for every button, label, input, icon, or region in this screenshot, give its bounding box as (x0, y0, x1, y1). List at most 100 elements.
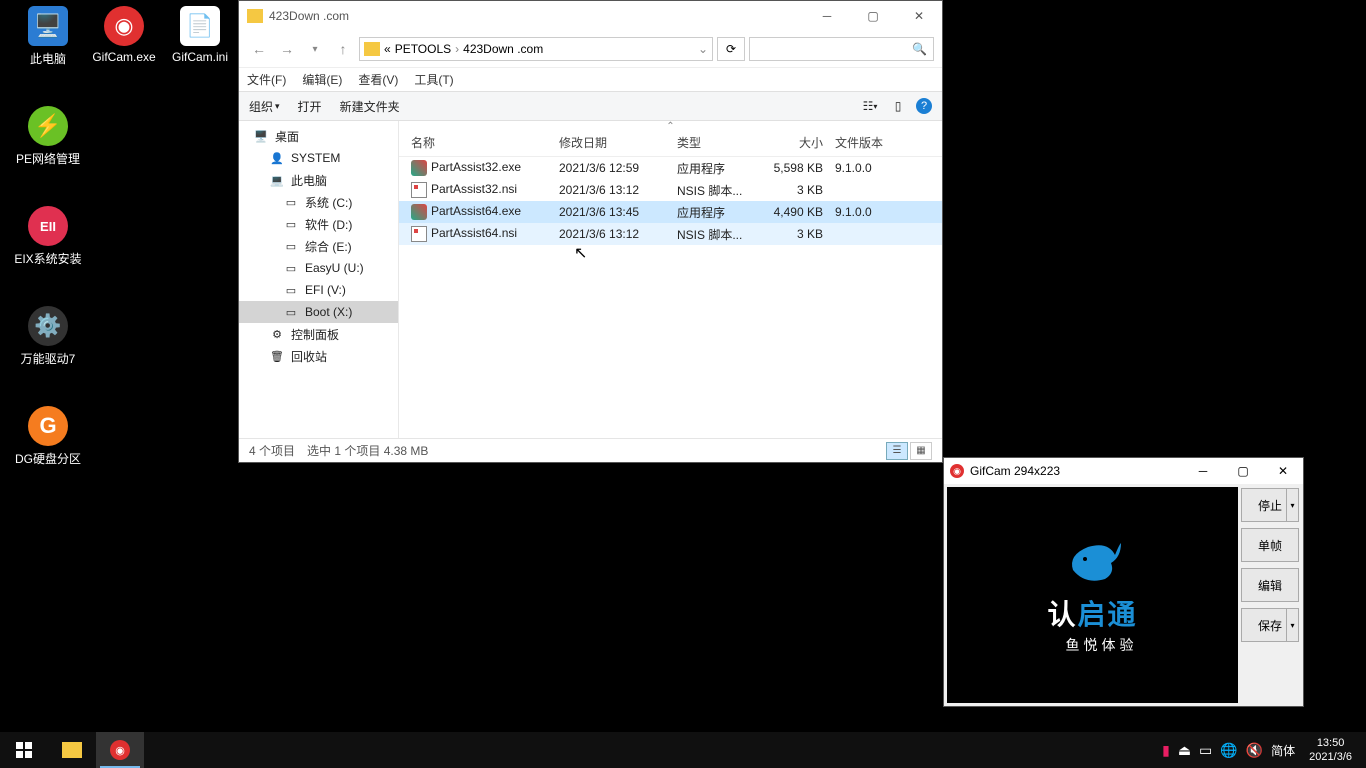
table-row[interactable]: PartAssist32.nsi2021/3/6 13:12NSIS 脚本...… (399, 179, 942, 201)
battery-icon[interactable]: ▭ (1199, 742, 1212, 759)
menu-tools[interactable]: 工具(T) (414, 71, 453, 88)
logo-text: 认启通 (1047, 593, 1137, 633)
help-icon[interactable]: ? (916, 98, 932, 114)
breadcrumb[interactable]: « PETOOLS › 423Down .com ⌄ (359, 37, 713, 61)
sidebar-item[interactable]: 🗑回收站 (239, 345, 398, 367)
whale-icon (1063, 535, 1123, 585)
details-view-button[interactable]: ☰ (886, 442, 908, 460)
drive-icon: ▭ (283, 217, 299, 231)
icons-view-button[interactable]: ▦ (910, 442, 932, 460)
usb-icon[interactable]: ⏏ (1178, 742, 1191, 759)
sidebar-item[interactable]: 💻此电脑 (239, 169, 398, 191)
column-size[interactable]: 大小 (757, 134, 829, 151)
table-row[interactable]: PartAssist64.nsi2021/3/6 13:12NSIS 脚本...… (399, 223, 942, 245)
table-row[interactable]: PartAssist64.exe2021/3/6 13:45应用程序4,490 … (399, 201, 942, 223)
new-folder-button[interactable]: 新建文件夹 (340, 98, 400, 115)
taskbar: ◉ ▮ ⏏ ▭ 🌐 🔇 简体 13:50 2021/3/6 (0, 732, 1366, 768)
sidebar: 🖥️桌面👤SYSTEM💻此电脑▭系统 (C:)▭软件 (D:)▭综合 (E:)▭… (239, 121, 399, 438)
volume-icon[interactable]: 🔇 (1246, 742, 1263, 759)
ime-indicator[interactable]: 简体 (1271, 742, 1295, 759)
organize-button[interactable]: 组织▾ (249, 98, 280, 115)
folder-icon (247, 9, 263, 23)
disk-icon: G (28, 406, 68, 446)
network-icon: ⚡ (28, 106, 68, 146)
desktop-icon-gifcam-ini[interactable]: 📄 GifCam.ini (162, 6, 238, 64)
explorer-window: 423Down .com ─ ▢ ✕ ← → ▾ ↑ « PETOOLS › 4… (238, 0, 943, 463)
chevron-down-icon[interactable]: ⌄ (698, 42, 708, 56)
maximize-button[interactable]: ▢ (1223, 458, 1263, 484)
sidebar-item[interactable]: ▭综合 (E:) (239, 235, 398, 257)
desktop-icon-dg[interactable]: G DG硬盘分区 (10, 406, 86, 467)
user-icon: 👤 (269, 151, 285, 165)
file-icon (411, 226, 427, 242)
sidebar-item[interactable]: ▭软件 (D:) (239, 213, 398, 235)
menubar: 文件(F) 编辑(E) 查看(V) 工具(T) (239, 67, 942, 91)
column-name[interactable]: 名称 (405, 134, 553, 151)
open-button[interactable]: 打开 (298, 98, 322, 115)
menu-file[interactable]: 文件(F) (247, 71, 286, 88)
taskbar-app-explorer[interactable] (48, 732, 96, 768)
column-version[interactable]: 文件版本 (829, 134, 909, 151)
drive-icon: ▭ (283, 283, 299, 297)
chevron-up-icon[interactable]: ⌃ (399, 121, 942, 129)
stop-button[interactable]: 停止▾ (1241, 488, 1299, 522)
sidebar-item[interactable]: ⚙控制面板 (239, 323, 398, 345)
tray-icon[interactable]: ▮ (1162, 742, 1170, 759)
system-tray: ▮ ⏏ ▭ 🌐 🔇 简体 13:50 2021/3/6 (1162, 736, 1366, 764)
search-input[interactable]: 🔍 (749, 37, 934, 61)
logo-subtitle: 鱼悦体验 (1047, 635, 1137, 655)
chevron-down-icon[interactable]: ▾ (1286, 489, 1298, 521)
desktop-icon: 🖥️ (253, 129, 269, 143)
bin-icon: 🗑 (269, 349, 285, 363)
close-button[interactable]: ✕ (896, 1, 942, 31)
list-header: 名称 修改日期 类型 大小 文件版本 (399, 129, 942, 157)
selection-info: 选中 1 个项目 4.38 MB (307, 442, 428, 459)
statusbar: 4 个项目 选中 1 个项目 4.38 MB ☰ ▦ (239, 438, 942, 462)
sidebar-item[interactable]: ▭EasyU (U:) (239, 257, 398, 279)
item-count: 4 个项目 (249, 442, 295, 459)
sidebar-item[interactable]: ▭EFI (V:) (239, 279, 398, 301)
column-date[interactable]: 修改日期 (553, 134, 671, 151)
capture-area: 认启通 鱼悦体验 (947, 487, 1238, 703)
desktop-icon-driver[interactable]: ⚙️ 万能驱动7 (10, 306, 86, 367)
clock[interactable]: 13:50 2021/3/6 (1303, 736, 1358, 764)
save-button[interactable]: 保存▾ (1241, 608, 1299, 642)
titlebar[interactable]: 423Down .com ─ ▢ ✕ (239, 1, 942, 31)
edit-button[interactable]: 编辑 (1241, 568, 1299, 602)
chevron-down-icon[interactable]: ▾ (1286, 609, 1298, 641)
maximize-button[interactable]: ▢ (850, 1, 896, 31)
gifcam-titlebar[interactable]: ◉ GifCam 294x223 ─ ▢ ✕ (944, 458, 1303, 484)
desktop-icon-gifcam-exe[interactable]: ◉ GifCam.exe (86, 6, 162, 64)
address-bar: ← → ▾ ↑ « PETOOLS › 423Down .com ⌄ ⟳ 🔍 (239, 31, 942, 67)
install-icon: EII (28, 206, 68, 246)
frame-button[interactable]: 单帧 (1241, 528, 1299, 562)
sidebar-item[interactable]: ▭Boot (X:) (239, 301, 398, 323)
minimize-button[interactable]: ─ (1183, 458, 1223, 484)
desktop-icon-thispc[interactable]: 🖥️ 此电脑 (10, 6, 86, 67)
menu-edit[interactable]: 编辑(E) (302, 71, 342, 88)
taskbar-app-gifcam[interactable]: ◉ (96, 732, 144, 768)
menu-view[interactable]: 查看(V) (358, 71, 398, 88)
record-icon: ◉ (950, 464, 964, 478)
minimize-button[interactable]: ─ (804, 1, 850, 31)
history-dropdown[interactable]: ▾ (303, 37, 327, 61)
view-options-button[interactable]: ☷▾ (860, 98, 880, 114)
desktop-icon-penet[interactable]: ⚡ PE网络管理 (10, 106, 86, 167)
back-button[interactable]: ← (247, 37, 271, 61)
start-button[interactable] (0, 732, 48, 768)
file-icon (411, 160, 427, 176)
forward-button[interactable]: → (275, 37, 299, 61)
refresh-button[interactable]: ⟳ (717, 37, 745, 61)
column-type[interactable]: 类型 (671, 134, 757, 151)
table-row[interactable]: PartAssist32.exe2021/3/6 12:59应用程序5,598 … (399, 157, 942, 179)
up-button[interactable]: ↑ (331, 37, 355, 61)
sidebar-item[interactable]: ▭系统 (C:) (239, 191, 398, 213)
desktop-icon-eix[interactable]: EII EIX系统安装 (10, 206, 86, 267)
preview-pane-button[interactable]: ▯ (888, 98, 908, 114)
sidebar-item[interactable]: 👤SYSTEM (239, 147, 398, 169)
sidebar-item[interactable]: 🖥️桌面 (239, 125, 398, 147)
close-button[interactable]: ✕ (1263, 458, 1303, 484)
network-icon[interactable]: 🌐 (1220, 742, 1237, 759)
camera-icon: ◉ (110, 740, 130, 760)
toolbar: 组织▾ 打开 新建文件夹 ☷▾ ▯ ? (239, 91, 942, 121)
